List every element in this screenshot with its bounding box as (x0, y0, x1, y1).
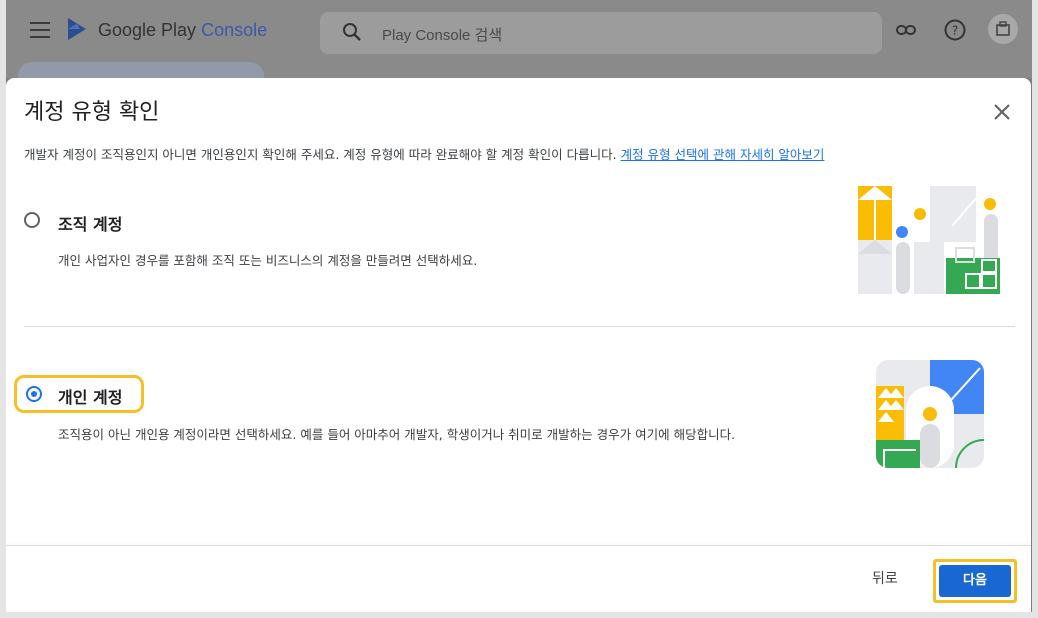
footer-divider (6, 545, 1031, 546)
top-app-bar: Google Play Console Play Console 검색 ? (0, 0, 1038, 92)
close-icon[interactable] (990, 100, 1014, 124)
learn-more-link[interactable]: 계정 유형 선택에 관해 자세히 알아보기 (621, 147, 825, 162)
search-input[interactable]: Play Console 검색 (320, 12, 882, 54)
app-logo-text: Google Play Console (98, 20, 268, 40)
personal-account-label[interactable]: 개인 계정 (58, 384, 122, 408)
link-icon[interactable] (894, 18, 918, 42)
dialog-title: 계정 유형 확인 (24, 100, 160, 125)
help-icon[interactable]: ? (943, 18, 967, 42)
next-button[interactable]: 다음 (939, 565, 1011, 597)
account-icon[interactable] (988, 14, 1018, 44)
play-console-logo-icon (68, 18, 86, 40)
personal-illustration (876, 360, 984, 468)
menu-icon[interactable] (30, 22, 50, 38)
svg-text:?: ? (952, 24, 958, 38)
search-placeholder: Play Console 검색 (382, 27, 503, 44)
organization-account-radio[interactable] (24, 212, 40, 228)
search-icon (343, 23, 361, 41)
next-button-highlight: 다음 (933, 559, 1017, 603)
account-type-dialog: 계정 유형 확인 개발자 계정이 조직용인지 아니면 개인용인지 확인해 주세요… (6, 78, 1031, 613)
back-button[interactable]: 뒤로 (872, 568, 898, 588)
organization-illustration (858, 186, 1000, 294)
organization-account-label[interactable]: 조직 계정 (58, 211, 122, 235)
personal-account-radio[interactable] (26, 386, 42, 402)
dialog-description: 개발자 계정이 조직용인지 아니면 개인용인지 확인해 주세요. 계정 유형에 … (24, 147, 825, 162)
organization-account-description: 개인 사업자인 경우를 포함해 조직 또는 비즈니스의 계정을 만들려면 선택하… (58, 253, 478, 268)
option-divider (24, 326, 1015, 327)
personal-account-description: 조직용이 아닌 개인용 계정이라면 선택하세요. 예를 들어 아마추어 개발자,… (58, 427, 736, 442)
